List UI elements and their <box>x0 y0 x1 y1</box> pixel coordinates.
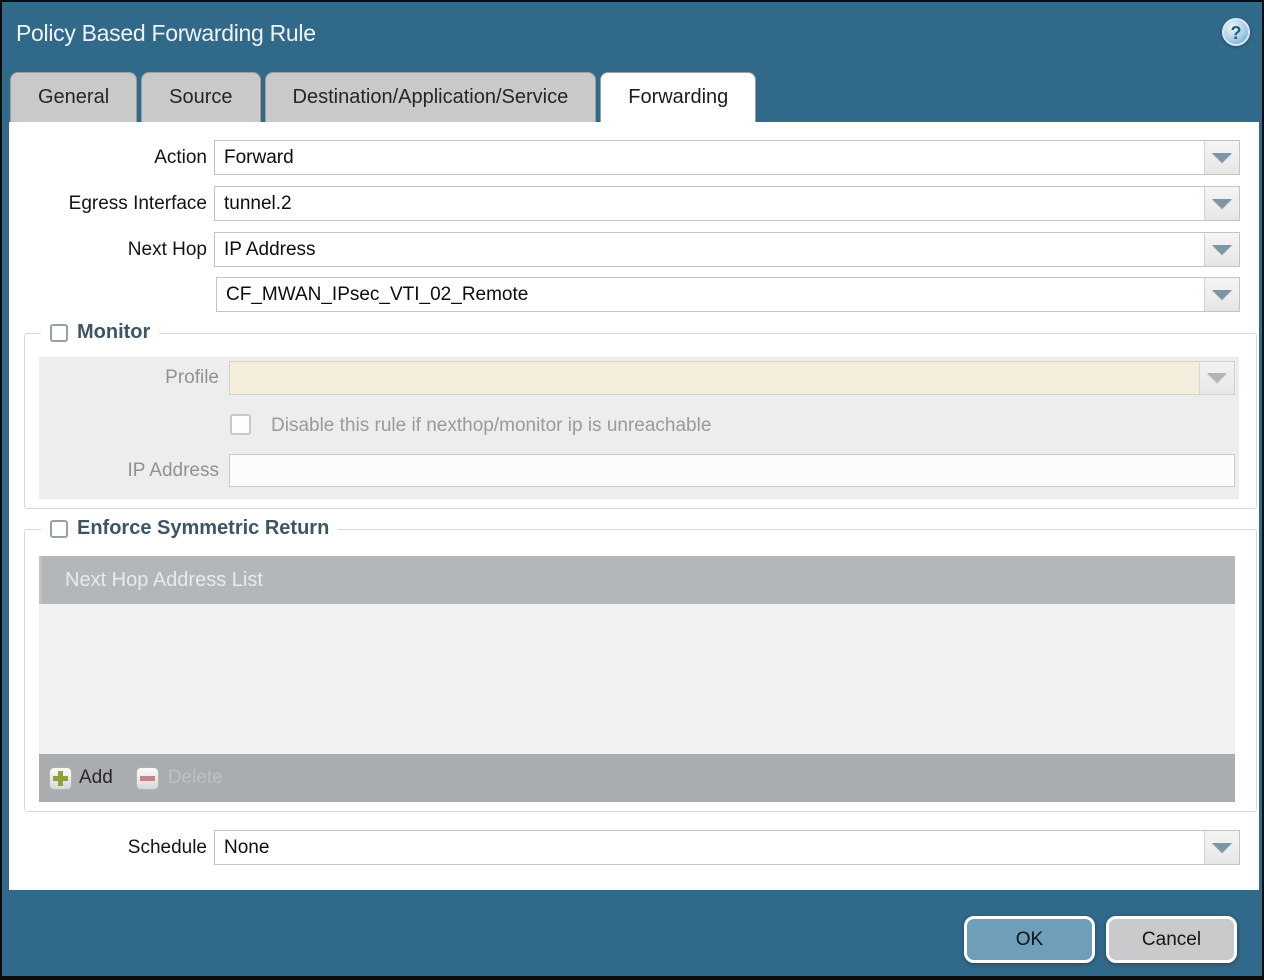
next-hop-address-dropdown[interactable]: CF_MWAN_IPsec_VTI_02_Remote <box>216 277 1240 312</box>
monitor-legend-label: Monitor <box>77 321 150 344</box>
schedule-dropdown[interactable]: None <box>214 830 1240 865</box>
disable-rule-label: Disable this rule if nexthop/monitor ip … <box>271 413 711 439</box>
monitor-legend: Monitor <box>41 321 159 344</box>
monitor-section: Monitor Profile Disable this rule if nex… <box>24 333 1257 509</box>
help-icon[interactable]: ? <box>1222 18 1250 46</box>
profile-dropdown[interactable] <box>229 361 1235 395</box>
next-hop-label: Next Hop <box>9 232 207 267</box>
action-dropdown-button[interactable] <box>1204 141 1239 174</box>
chevron-down-icon <box>1207 373 1227 383</box>
dialog-title: Policy Based Forwarding Rule <box>16 20 316 47</box>
minus-icon[interactable] <box>136 767 159 790</box>
disable-rule-checkbox[interactable] <box>230 414 251 435</box>
enforce-symmetric-return-legend: Enforce Symmetric Return <box>41 517 338 540</box>
profile-value <box>230 362 1199 394</box>
tab-destination-application-service[interactable]: Destination/Application/Service <box>265 72 597 122</box>
next-hop-address-dropdown-button[interactable] <box>1204 278 1239 311</box>
monitor-ip-address-label: IP Address <box>39 454 219 488</box>
next-hop-type-dropdown-button[interactable] <box>1204 233 1239 266</box>
ok-button[interactable]: OK <box>964 916 1095 963</box>
chevron-down-icon <box>1212 290 1232 300</box>
next-hop-address-list-body[interactable] <box>39 604 1235 754</box>
delete-button[interactable]: Delete <box>168 767 223 789</box>
egress-interface-value: tunnel.2 <box>215 187 1204 220</box>
egress-interface-dropdown-button[interactable] <box>1204 187 1239 220</box>
tab-forwarding[interactable]: Forwarding <box>600 72 756 122</box>
action-dropdown[interactable]: Forward <box>214 140 1240 175</box>
forwarding-tab-panel: Action Forward Egress Interface tunnel.2… <box>9 122 1259 890</box>
chevron-down-icon <box>1212 245 1232 255</box>
enforce-symmetric-return-section: Enforce Symmetric Return Next Hop Addres… <box>24 529 1257 812</box>
next-hop-type-value: IP Address <box>215 233 1204 266</box>
chevron-down-icon <box>1212 153 1232 163</box>
tab-source[interactable]: Source <box>141 72 260 122</box>
plus-icon[interactable] <box>49 767 72 790</box>
profile-label: Profile <box>39 361 219 395</box>
egress-interface-dropdown[interactable]: tunnel.2 <box>214 186 1240 221</box>
chevron-down-icon <box>1212 199 1232 209</box>
monitor-checkbox[interactable] <box>50 324 68 342</box>
schedule-value: None <box>215 831 1204 864</box>
cancel-button[interactable]: Cancel <box>1106 916 1237 963</box>
schedule-dropdown-button[interactable] <box>1204 831 1239 864</box>
monitor-ip-address-input[interactable] <box>229 454 1235 487</box>
next-hop-address-value: CF_MWAN_IPsec_VTI_02_Remote <box>217 278 1204 311</box>
next-hop-type-dropdown[interactable]: IP Address <box>214 232 1240 267</box>
enforce-symmetric-return-checkbox[interactable] <box>50 520 68 538</box>
tab-general[interactable]: General <box>10 72 137 122</box>
profile-dropdown-button[interactable] <box>1199 362 1234 394</box>
next-hop-address-list-toolbar: Add Delete <box>39 754 1235 802</box>
chevron-down-icon <box>1212 843 1232 853</box>
tab-bar: General Source Destination/Application/S… <box>10 72 756 122</box>
next-hop-address-list-header: Next Hop Address List <box>39 556 1235 604</box>
action-label: Action <box>9 140 207 175</box>
monitor-content: Profile Disable this rule if nexthop/mon… <box>39 357 1239 499</box>
action-value: Forward <box>215 141 1204 174</box>
next-hop-address-list-table: Next Hop Address List Add Delete <box>39 556 1235 802</box>
egress-interface-label: Egress Interface <box>9 186 207 221</box>
schedule-label: Schedule <box>9 830 207 865</box>
enforce-symmetric-return-legend-label: Enforce Symmetric Return <box>77 517 329 540</box>
add-button[interactable]: Add <box>79 767 113 789</box>
pbf-rule-dialog: Policy Based Forwarding Rule ? General S… <box>0 0 1264 980</box>
